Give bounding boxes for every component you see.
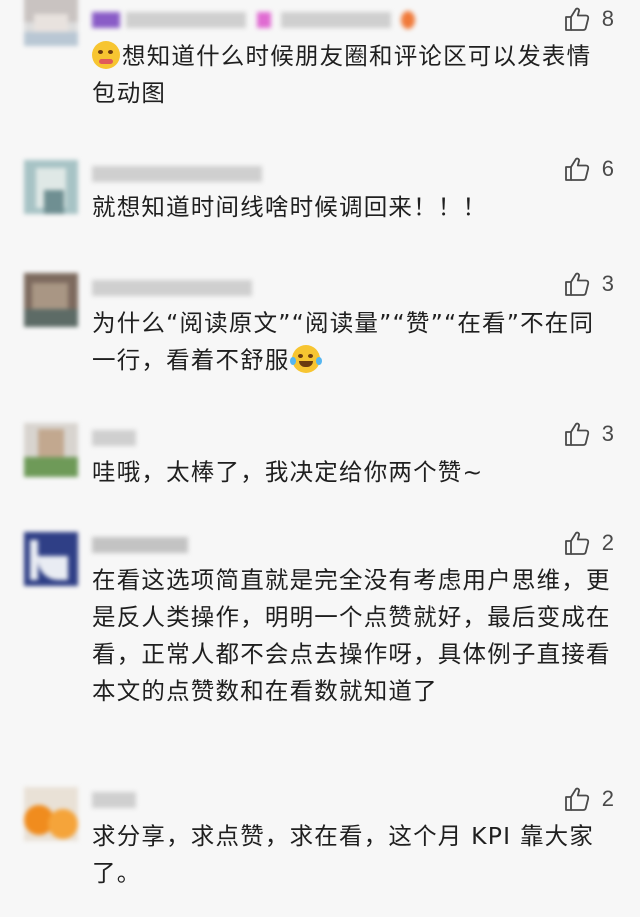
comment-body: 为什么“阅读原文”“阅读量”“赞”“在看”不在同一行，看着不舒服: [92, 309, 595, 374]
thumbs-up-icon: [564, 272, 589, 296]
like-button[interactable]: 3: [564, 270, 614, 298]
like-button[interactable]: 3: [564, 420, 614, 448]
comment-text: 求分享，求点赞，求在看，这个月 KPI 靠大家了。: [92, 822, 595, 887]
comment-text: 想知道什么时候朋友圈和评论区可以发表情包动图: [92, 38, 612, 112]
like-count: 8: [601, 6, 614, 31]
thumbs-up-icon: [564, 422, 589, 446]
thumbs-up-icon: [564, 157, 589, 181]
comment-text: 哇哦，太棒了，我决定给你两个赞~: [92, 458, 484, 486]
like-button[interactable]: 2: [564, 785, 614, 813]
thumbs-up-icon: [564, 531, 589, 555]
thumbs-up-icon: [564, 787, 589, 811]
comment-text: 在看这选项简直就是完全没有考虑用户思维，更是反人类操作，明明一个点赞就好，最后变…: [92, 566, 611, 705]
comment-text: 就想知道时间线啥时候调回来！！！: [92, 193, 488, 221]
like-count: 3: [601, 271, 614, 296]
avatar[interactable]: [24, 0, 78, 46]
avatar[interactable]: [24, 160, 78, 214]
like-button[interactable]: 6: [564, 155, 614, 183]
avatar[interactable]: [24, 787, 78, 841]
commenter-name[interactable]: [92, 8, 416, 29]
comment-text: 为什么“阅读原文”“阅读量”“赞”“在看”不在同一行，看着不舒服: [92, 305, 612, 379]
avatar[interactable]: [24, 273, 78, 327]
like-button[interactable]: 2: [564, 529, 614, 557]
like-count: 2: [601, 786, 614, 811]
tears-of-joy-icon: [289, 345, 322, 373]
commenter-name[interactable]: [92, 426, 136, 446]
commenter-name[interactable]: [92, 788, 136, 808]
commenter-name[interactable]: [92, 276, 252, 296]
commenter-name[interactable]: [92, 533, 188, 553]
comment-body: 想知道什么时候朋友圈和评论区可以发表情包动图: [92, 42, 592, 107]
like-button[interactable]: 8: [564, 5, 614, 33]
woozy-face-icon: [92, 41, 120, 69]
avatar[interactable]: [24, 532, 78, 586]
like-count: 2: [601, 530, 614, 555]
commenter-name[interactable]: [92, 162, 262, 182]
thumbs-up-icon: [564, 7, 589, 31]
like-count: 3: [601, 421, 614, 446]
avatar[interactable]: [24, 423, 78, 477]
like-count: 6: [601, 156, 614, 181]
